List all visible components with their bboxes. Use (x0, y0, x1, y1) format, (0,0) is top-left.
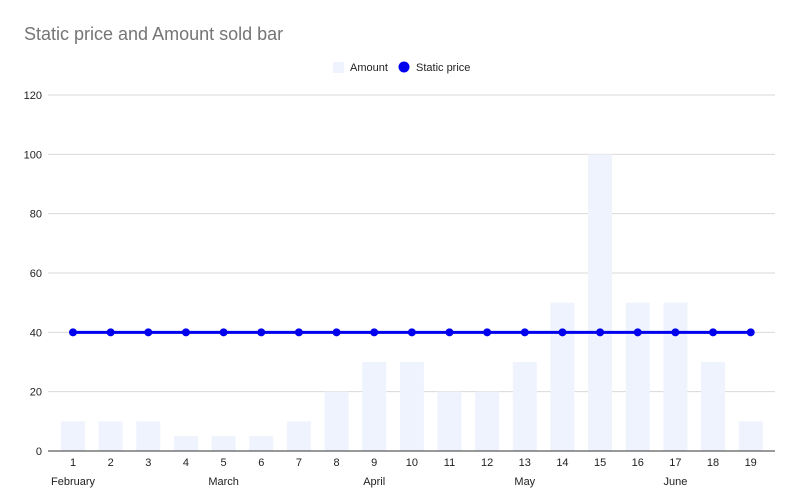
x-tick-label: 7 (296, 457, 302, 469)
point-static-price (633, 328, 642, 337)
x-tick-label: 13 (519, 457, 531, 469)
y-tick-label: 20 (30, 387, 42, 399)
point-static-price (144, 328, 153, 337)
bar-amount (362, 362, 387, 451)
x-tick-label: 5 (221, 457, 227, 469)
bar-amount (437, 391, 462, 451)
chart-svg: 0204060801001201 2 3 4 5 6 7 8 9 10 11 12 13 14 15 16 17… (24, 61, 775, 488)
bar-amount (136, 421, 161, 451)
y-tick-label: 80 (30, 209, 42, 221)
x-tick-label: 17 (669, 457, 681, 469)
point-static-price (596, 328, 605, 337)
bar-amount (738, 421, 763, 451)
x-tick-label: 6 (258, 457, 264, 469)
bar-amount (588, 154, 613, 452)
bar-amount (98, 421, 123, 451)
bar-amount (550, 302, 575, 451)
amount-bars (61, 154, 763, 452)
point-static-price (69, 328, 77, 337)
point-static-price (294, 328, 303, 337)
x-tick-label: 1 (70, 457, 76, 469)
bar-amount (61, 421, 85, 451)
y-tick-label: 60 (30, 268, 42, 280)
point-static-price (445, 328, 454, 337)
x-tick-label: 9 (371, 457, 377, 469)
x-tick-label: 2 (108, 457, 114, 469)
bar-amount (211, 436, 236, 451)
x-group-label: May (514, 476, 535, 488)
point-static-price (407, 328, 416, 337)
bar-amount (625, 302, 650, 451)
y-tick-label: 120 (24, 90, 42, 102)
point-static-price (219, 328, 228, 337)
point-static-price (332, 328, 341, 337)
bar-amount (324, 391, 349, 451)
point-static-price (558, 328, 567, 337)
static-price-line (69, 328, 755, 337)
x-tick-label: 4 (183, 457, 189, 469)
x-tick-label: 3 (145, 457, 151, 469)
bar-amount (701, 362, 726, 451)
point-static-price (520, 328, 529, 337)
x-tick-label: 19 (745, 457, 757, 469)
point-static-price (106, 328, 115, 337)
point-static-price (671, 328, 680, 337)
legend-swatch-amount (333, 62, 344, 73)
legend-label-amount: Amount (350, 62, 388, 74)
point-static-price (746, 328, 755, 337)
bar-amount (286, 421, 311, 451)
bar-amount (173, 436, 198, 451)
point-static-price (370, 328, 379, 337)
x-group-label: February (51, 476, 96, 488)
legend: Amount Static price (333, 61, 470, 74)
bar-amount (249, 436, 274, 451)
legend-label-static-price: Static price (416, 62, 470, 74)
x-tick-label: 14 (556, 457, 568, 469)
bar-amount (399, 362, 424, 451)
x-group-label: April (363, 476, 385, 488)
bar-amount (663, 302, 688, 451)
x-tick-label: 11 (444, 457, 455, 469)
x-group-label: March (208, 476, 239, 488)
point-static-price (483, 328, 492, 337)
legend-swatch-static-price (398, 61, 410, 73)
bar-amount (512, 362, 537, 451)
x-tick-label: 15 (594, 457, 606, 469)
x-group-label: June (663, 476, 687, 488)
x-tick-label: 12 (481, 457, 493, 469)
y-tick-label: 100 (24, 149, 42, 161)
x-tick-label: 10 (406, 457, 418, 469)
y-tick-label: 40 (30, 327, 42, 339)
bar-amount (475, 391, 500, 451)
point-static-price (181, 328, 190, 337)
x-tick-label: 16 (632, 457, 644, 469)
x-tick-label: 8 (333, 457, 339, 469)
y-tick-label: 0 (36, 446, 42, 458)
point-static-price (257, 328, 266, 337)
point-static-price (709, 328, 718, 337)
x-tick-label: 18 (707, 457, 719, 469)
